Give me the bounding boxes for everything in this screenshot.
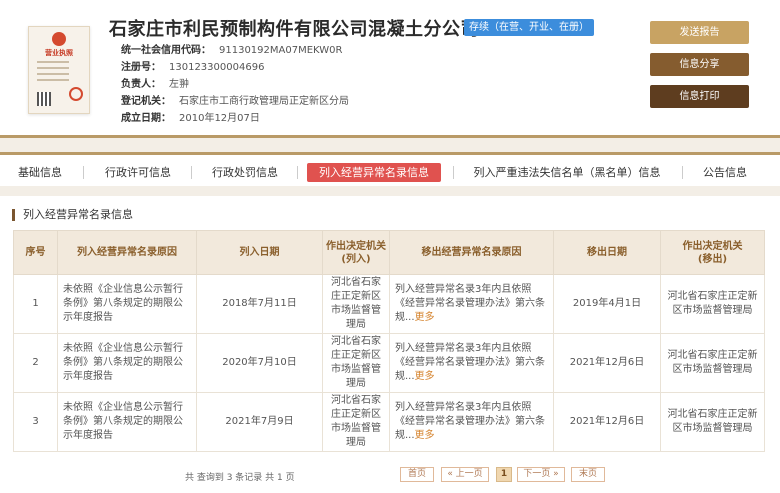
abnormal-operation-panel: 列入经营异常名录信息 序号 列入经营异常名录原因 列入日期 作出决定机关 (列入… — [0, 196, 780, 493]
table-row: 2 未依照《企业信息公示暂行条例》第八条规定的期限公示年度报告 2020年7月1… — [13, 333, 765, 393]
national-emblem-icon — [52, 32, 66, 46]
seal-icon — [69, 87, 83, 101]
first-page-button[interactable]: 首页 — [400, 467, 434, 482]
share-info-button[interactable]: 信息分享 — [650, 53, 749, 76]
next-page-button[interactable]: 下一页 » — [517, 467, 565, 482]
col-date-out: 移出日期 — [553, 230, 661, 275]
abnormal-list-table: 序号 列入经营异常名录原因 列入日期 作出决定机关 (列入) 移出经营异常名录原… — [13, 230, 765, 452]
col-reason-in: 列入经营异常名录原因 — [57, 230, 197, 275]
more-link[interactable]: 更多 — [415, 371, 435, 382]
send-report-button[interactable]: 发送报告 — [650, 21, 749, 44]
info-reg-authority: 登记机关： 石家庄市工商行政管理局正定新区分局 — [121, 96, 349, 107]
current-page-button[interactable]: 1 — [496, 467, 512, 482]
tab-admin-license[interactable]: 行政许可信息 — [96, 163, 180, 182]
col-org-in: 作出决定机关 (列入) — [322, 230, 390, 275]
info-principal: 负责人： 左翀 — [121, 79, 189, 90]
info-reg-number: 注册号： 130123300004696 — [121, 62, 265, 73]
status-badge: 存续（在营、开业、在册） — [464, 19, 594, 36]
tab-basic-info[interactable]: 基础信息 — [8, 163, 72, 182]
info-tabs: 基础信息 行政许可信息 行政处罚信息 列入经营异常名录信息 列入严重违法失信名单… — [0, 152, 780, 186]
company-header-card: 营业执照 石家庄市利民预制构件有限公司混凝土分公司 存续（在营、开业、在册） 统… — [0, 0, 780, 138]
col-no: 序号 — [13, 230, 58, 275]
prev-page-button[interactable]: « 上一页 — [441, 467, 489, 482]
license-title: 营业执照 — [45, 49, 73, 57]
info-established-date: 成立日期： 2010年12月07日 — [121, 113, 260, 124]
section-title: 列入经营异常名录信息 — [12, 209, 133, 221]
more-link[interactable]: 更多 — [415, 312, 435, 323]
info-credit-code: 统一社会信用代码： 91130192MA07MEKW0R — [121, 45, 343, 56]
tab-announcements[interactable]: 公告信息 — [694, 163, 756, 182]
tab-abnormal-operation[interactable]: 列入经营异常名录信息 — [307, 163, 441, 182]
print-info-button[interactable]: 信息打印 — [650, 85, 749, 108]
tab-blacklist[interactable]: 列入严重违法失信名单（黑名单）信息 — [463, 163, 671, 182]
business-license-icon: 营业执照 — [28, 26, 90, 114]
table-row: 1 未依照《企业信息公示暂行条例》第八条规定的期限公示年度报告 2018年7月1… — [13, 274, 765, 334]
table-row: 3 未依照《企业信息公示暂行条例》第八条规定的期限公示年度报告 2021年7月9… — [13, 392, 765, 452]
col-org-out: 作出决定机关 (移出) — [660, 230, 765, 275]
qr-code-icon — [37, 92, 51, 106]
company-name: 石家庄市利民预制构件有限公司混凝土分公司 — [109, 19, 479, 40]
col-date-in: 列入日期 — [196, 230, 323, 275]
more-link[interactable]: 更多 — [415, 430, 435, 441]
col-reason-out: 移出经营异常名录原因 — [389, 230, 554, 275]
tab-admin-penalty[interactable]: 行政处罚信息 — [203, 163, 287, 182]
last-page-button[interactable]: 末页 — [571, 467, 605, 482]
pager-summary: 共 查询到 3 条记录 共 1 页 — [185, 473, 295, 483]
